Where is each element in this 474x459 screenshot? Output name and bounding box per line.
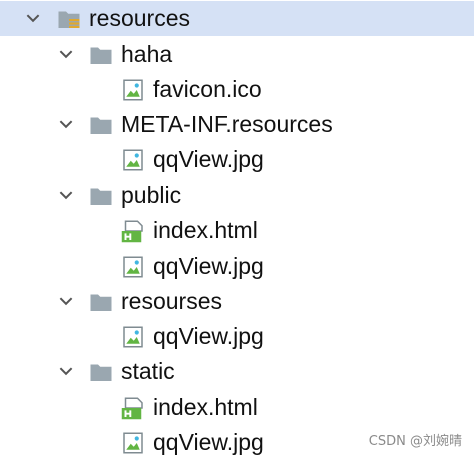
tree-node-qqview-jpg[interactable]: qqView.jpg	[0, 319, 474, 354]
chevron-down-icon[interactable]	[57, 292, 75, 310]
folder-icon	[90, 364, 112, 381]
tree-node-label: haha	[121, 41, 173, 67]
image-file-icon	[123, 432, 143, 454]
folder-icon	[90, 294, 112, 311]
image-file-icon	[123, 256, 143, 278]
tree-node-meta-inf-resources[interactable]: META-INF.resources	[0, 107, 474, 142]
tree-node-public[interactable]: public	[0, 178, 474, 213]
resources-folder-icon	[58, 11, 80, 28]
chevron-down-icon[interactable]	[57, 186, 75, 204]
tree-node-label: index.html	[153, 217, 258, 243]
tree-node-index-html[interactable]: index.html	[0, 213, 474, 248]
tree-node-label: qqView.jpg	[153, 429, 264, 455]
tree-node-index-html[interactable]: index.html	[0, 390, 474, 425]
tree-node-label: qqView.jpg	[153, 146, 264, 172]
chevron-down-icon[interactable]	[57, 45, 75, 63]
chevron-down-icon[interactable]	[57, 362, 75, 380]
chevron-down-icon[interactable]	[24, 9, 42, 27]
tree-node-qqview-jpg[interactable]: qqView.jpg	[0, 142, 474, 177]
tree-node-qqview-jpg[interactable]: qqView.jpg	[0, 249, 474, 284]
tree-node-haha[interactable]: haha	[0, 37, 474, 72]
tree-node-label: favicon.ico	[153, 76, 262, 102]
watermark: CSDN @刘婉晴	[368, 434, 462, 449]
tree-node-static[interactable]: static	[0, 354, 474, 389]
tree-node-label: qqView.jpg	[153, 253, 264, 279]
image-file-icon	[123, 149, 143, 171]
tree-node-label: static	[121, 358, 175, 384]
tree-node-label: public	[121, 182, 182, 208]
image-file-icon	[123, 79, 143, 101]
html-file-icon	[121, 220, 143, 243]
tree-node-resources[interactable]: resources	[0, 1, 474, 36]
folder-icon	[90, 117, 112, 134]
html-file-icon	[121, 397, 143, 420]
tree-node-label: resourses	[121, 288, 222, 314]
tree-node-resourses[interactable]: resourses	[0, 284, 474, 319]
tree-node-label: index.html	[153, 394, 258, 420]
tree-node-label: qqView.jpg	[153, 323, 264, 349]
chevron-down-icon[interactable]	[57, 115, 75, 133]
tree-node-label: META-INF.resources	[121, 111, 333, 137]
tree-node-label: resources	[89, 5, 190, 31]
project-file-tree: resources haha favicon.ico META-INF.reso…	[0, 0, 474, 459]
folder-icon	[90, 47, 112, 64]
image-file-icon	[123, 326, 143, 348]
folder-icon	[90, 188, 112, 205]
tree-node-favicon-ico[interactable]: favicon.ico	[0, 72, 474, 107]
